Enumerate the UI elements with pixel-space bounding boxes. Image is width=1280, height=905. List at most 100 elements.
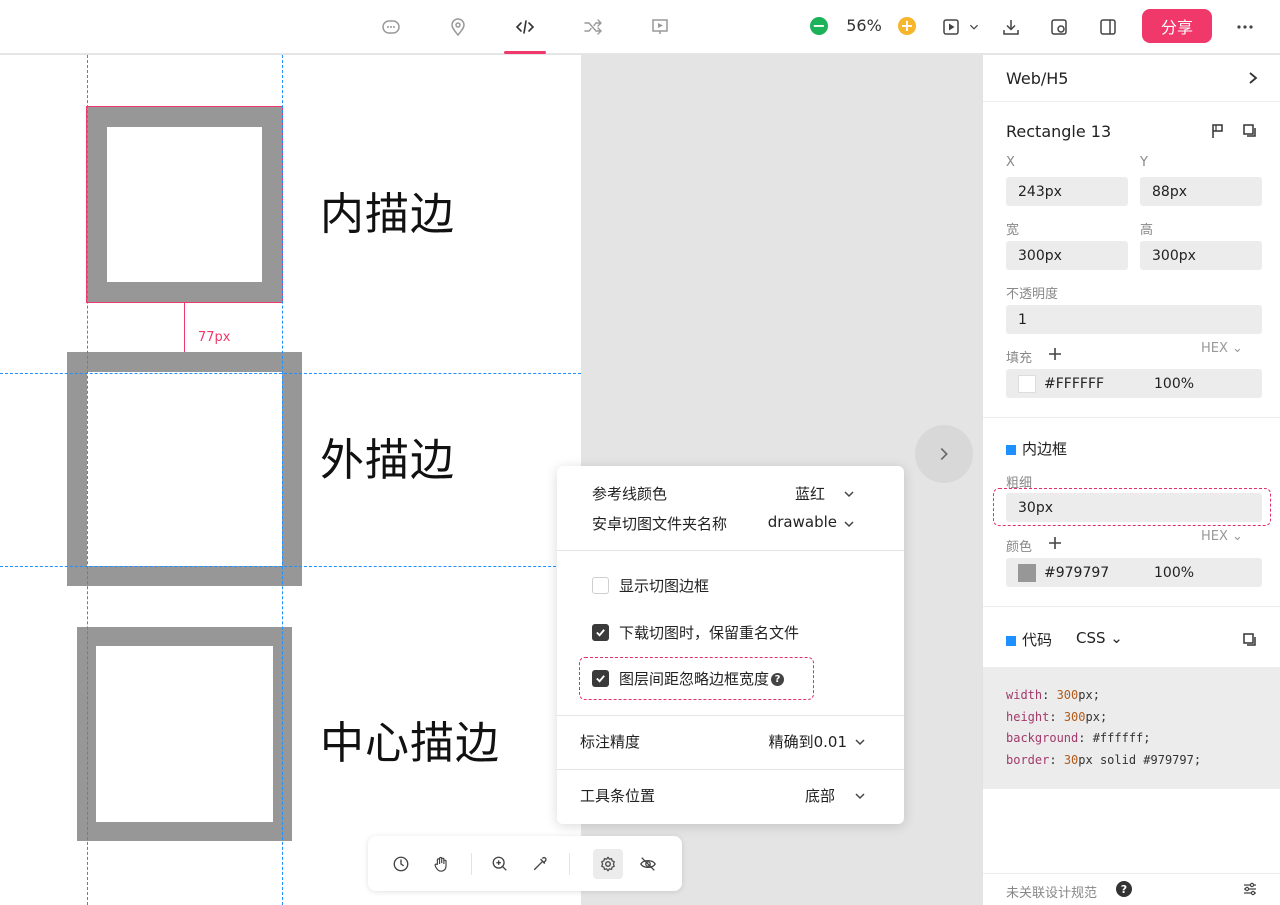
rectangle-center-stroke[interactable] (77, 627, 292, 841)
code-line: height: 300px; (1006, 707, 1280, 729)
inspector-panel: Web/H5 Rectangle 13 X Y 243px 88px 宽 高 3… (982, 55, 1280, 905)
add-border-icon[interactable] (1048, 536, 1062, 550)
zoom-out-button[interactable]: − (810, 17, 828, 35)
divider (983, 606, 1280, 607)
code-line: background: #ffffff; (1006, 728, 1280, 750)
opacity-label: 不透明度 (1006, 287, 1059, 302)
history-icon[interactable] (386, 849, 416, 879)
code-colon: : (1078, 731, 1093, 745)
flag-icon[interactable] (1210, 123, 1226, 139)
bottom-toolbar (368, 836, 682, 891)
zoom-level: 56% (846, 16, 882, 35)
prototype-icon[interactable] (647, 14, 673, 40)
guide-horizontal-bottom (0, 566, 581, 567)
share-button[interactable]: 分享 (1142, 9, 1212, 43)
zoom-in-button[interactable]: + (898, 17, 916, 35)
shuffle-icon[interactable] (580, 14, 606, 40)
active-tab-indicator (504, 51, 546, 54)
help-icon[interactable]: ? (771, 673, 785, 686)
border-section-title: 内边框 (1006, 438, 1067, 459)
code-value: #ffffff; (1092, 731, 1151, 745)
divider (983, 873, 1280, 874)
code-number: 300 (1056, 688, 1079, 702)
code-colon: : (1042, 688, 1057, 702)
border-color-field[interactable]: #979797 100% (1006, 558, 1262, 587)
code-language-text: CSS (1076, 629, 1106, 647)
keep-duplicate-files-label: 下载切图时，保留重名文件 (619, 624, 800, 642)
show-slice-border-checkbox[interactable] (592, 577, 609, 594)
comment-icon[interactable] (378, 14, 404, 40)
border-format-text: HEX (1201, 529, 1228, 544)
border-format-select[interactable]: HEX ⌄ (1201, 529, 1243, 544)
android-folder-select[interactable]: drawable (747, 513, 837, 531)
section-marker (1006, 635, 1016, 646)
separator (569, 853, 570, 875)
y-field[interactable]: 88px (1140, 177, 1262, 206)
precision-select[interactable]: 精确到0.01 (737, 731, 847, 752)
rectangle-outer-stroke[interactable] (67, 352, 302, 586)
code-block[interactable]: width: 300 px; height: 300px; background: #… (983, 667, 1280, 789)
code-line: border: 30px solid #979797; (1006, 750, 1280, 772)
zoom-in-icon[interactable] (485, 849, 515, 879)
guide-color-select[interactable]: 蓝红 (757, 483, 825, 504)
x-field[interactable]: 243px (1006, 177, 1128, 206)
download-icon[interactable] (998, 14, 1024, 40)
separator (471, 853, 472, 875)
divider (983, 101, 1280, 102)
rectangle-inner-stroke[interactable] (86, 106, 283, 303)
copy-icon[interactable] (1242, 123, 1258, 139)
guide-color-label: 参考线颜色 (592, 485, 668, 503)
next-artboard-button[interactable] (915, 425, 973, 483)
hand-icon[interactable] (426, 849, 456, 879)
keep-duplicate-files-checkbox[interactable] (592, 624, 609, 641)
ignore-border-width-checkbox[interactable] (592, 670, 609, 687)
code-language-select[interactable]: CSS ⌄ (1076, 629, 1123, 647)
eyedropper-icon[interactable] (525, 849, 555, 879)
chevron-down-icon[interactable] (964, 14, 984, 40)
code-icon[interactable] (512, 14, 538, 40)
code-section-text: 代码 (1022, 631, 1053, 649)
code-property: width (1006, 688, 1043, 702)
copy-style-icon[interactable] (1046, 14, 1072, 40)
label-inner-stroke: 内描边 (320, 189, 455, 240)
fill-format-select[interactable]: HEX ⌄ (1201, 341, 1243, 356)
top-toolbar: − 56% + 分享 (0, 0, 1280, 54)
show-slice-border-label: 显示切图边框 (619, 577, 710, 595)
fill-color-field[interactable]: #FFFFFF 100% (1006, 369, 1262, 398)
code-number: 30 (1063, 752, 1079, 767)
settings-sliders-icon[interactable] (1242, 881, 1258, 897)
code-property: border (1006, 752, 1050, 767)
more-icon[interactable] (1232, 14, 1258, 40)
code-value: px; (1085, 709, 1108, 724)
settings-gear-icon[interactable] (593, 849, 623, 879)
width-field[interactable]: 300px (1006, 241, 1128, 270)
settings-popover: 参考线颜色 蓝红 安卓切图文件夹名称 drawable 显示切图边框 下载切图时… (557, 466, 904, 824)
android-folder-label: 安卓切图文件夹名称 (592, 515, 728, 533)
layer-name: Rectangle 13 (1006, 122, 1112, 141)
fill-color-value: #FFFFFF (1044, 375, 1105, 392)
copy-code-icon[interactable] (1242, 632, 1258, 648)
x-label: X (1006, 155, 1015, 170)
play-icon[interactable] (938, 14, 964, 40)
width-label: 宽 (1006, 223, 1020, 238)
platform-selector[interactable]: Web/H5 (1006, 69, 1068, 88)
divider (983, 417, 1280, 418)
opacity-field[interactable]: 1 (1006, 305, 1262, 334)
chevron-right-icon[interactable] (1245, 69, 1261, 87)
toolbar-position-select[interactable]: 底部 (787, 785, 835, 806)
chevron-down-icon (855, 793, 865, 800)
divider (557, 715, 904, 716)
hide-eye-icon[interactable] (633, 849, 663, 879)
ignore-border-width-text: 图层间距忽略边框宽度 (619, 670, 770, 688)
ignore-border-width-label: 图层间距忽略边框宽度? (619, 668, 785, 689)
panel-toggle-icon[interactable] (1095, 14, 1121, 40)
border-width-field[interactable]: 30px (1006, 493, 1262, 522)
chevron-down-icon (844, 521, 854, 528)
help-icon[interactable]: ? (1116, 881, 1132, 897)
check-icon (596, 629, 605, 637)
location-icon[interactable] (445, 14, 471, 40)
height-field[interactable]: 300px (1140, 241, 1262, 270)
add-fill-icon[interactable] (1048, 347, 1062, 361)
guide-vertical-right (282, 55, 283, 905)
divider (557, 550, 904, 551)
